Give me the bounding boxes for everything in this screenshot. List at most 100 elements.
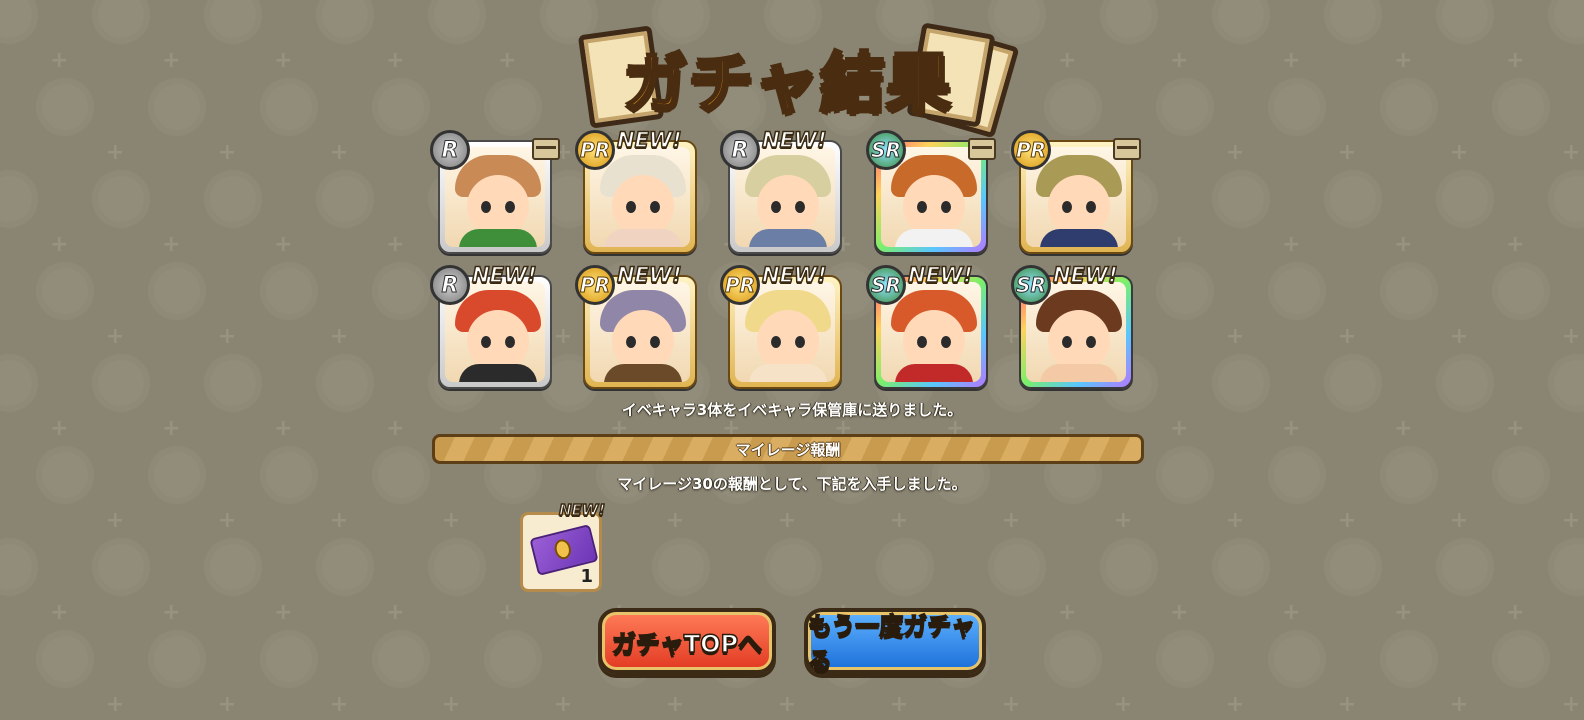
new-badge: NEW!	[471, 262, 537, 288]
pattern-plus: +	[274, 600, 293, 625]
pattern-blob	[204, 538, 262, 596]
pattern-plus: +	[1338, 692, 1357, 717]
pattern-blob	[36, 262, 94, 320]
pattern-blob	[1324, 538, 1382, 596]
pattern-plus: +	[274, 416, 293, 441]
pattern-blob	[1100, 0, 1158, 44]
character-card[interactable]: R	[430, 130, 560, 254]
pattern-blob	[484, 630, 542, 688]
character-eye	[626, 201, 636, 213]
pattern-blob	[1212, 170, 1270, 228]
character-body	[459, 229, 537, 247]
storage-box-icon	[532, 138, 560, 160]
character-face	[1048, 310, 1110, 372]
character-body	[1040, 229, 1118, 247]
pattern-plus: +	[1562, 692, 1581, 717]
character-eye	[941, 201, 951, 213]
pattern-plus: +	[50, 48, 69, 73]
character-eye	[1062, 336, 1072, 348]
pattern-plus: +	[386, 232, 405, 257]
character-card[interactable]: PR	[1011, 130, 1141, 254]
pattern-plus: +	[330, 140, 349, 165]
character-eye	[626, 336, 636, 348]
character-body	[604, 364, 682, 382]
pattern-blob	[260, 630, 318, 688]
character-eye	[1086, 336, 1096, 348]
pattern-plus: +	[1226, 508, 1245, 533]
pattern-blob	[148, 262, 206, 320]
pattern-plus: +	[330, 508, 349, 533]
character-face	[612, 175, 674, 237]
page-title: ガチャ結果	[622, 46, 953, 123]
pattern-blob	[1548, 170, 1584, 228]
pattern-plus: +	[1282, 416, 1301, 441]
pattern-plus: +	[218, 140, 237, 165]
character-card[interactable]: R NEW!	[720, 127, 842, 254]
pattern-plus: +	[554, 324, 573, 349]
pattern-plus: +	[1394, 232, 1413, 257]
pattern-plus: +	[1002, 508, 1021, 533]
character-eye	[1062, 201, 1072, 213]
pattern-blob	[876, 538, 934, 596]
pattern-blob	[204, 170, 262, 228]
pattern-plus: +	[890, 692, 909, 717]
reward-item[interactable]: NEW! 1	[520, 500, 606, 592]
character-body	[1040, 364, 1118, 382]
pattern-blob	[988, 538, 1046, 596]
character-card[interactable]: PR NEW!	[720, 262, 842, 389]
storage-box-icon	[1113, 138, 1141, 160]
pattern-blob	[36, 630, 94, 688]
gacha-again-button[interactable]: もう一度ガチャる	[804, 608, 986, 676]
pattern-plus: +	[554, 692, 573, 717]
rank-badge-pr: PR	[575, 130, 615, 170]
rank-badge-r: R	[720, 130, 760, 170]
gacha-top-button[interactable]: ガチャTOPへ	[598, 608, 776, 674]
pattern-plus: +	[1114, 692, 1133, 717]
character-eye	[917, 336, 927, 348]
character-face	[903, 310, 965, 372]
pattern-plus: +	[666, 692, 685, 717]
pattern-blob	[260, 262, 318, 320]
new-badge: NEW!	[616, 262, 682, 288]
character-card[interactable]: PR NEW!	[575, 262, 697, 389]
character-body	[749, 229, 827, 247]
character-card[interactable]: R NEW!	[430, 262, 552, 389]
pattern-plus: +	[386, 48, 405, 73]
pattern-blob	[1156, 630, 1214, 688]
pattern-blob	[1268, 630, 1326, 688]
pattern-blob	[316, 170, 374, 228]
pattern-blob	[316, 538, 374, 596]
pattern-plus: +	[1226, 324, 1245, 349]
pattern-blob	[1380, 262, 1438, 320]
pattern-blob	[0, 0, 38, 44]
character-card[interactable]: SR NEW!	[1011, 262, 1133, 389]
pattern-plus: +	[1394, 48, 1413, 73]
pattern-blob	[1268, 262, 1326, 320]
pattern-plus: +	[106, 508, 125, 533]
character-body	[459, 364, 537, 382]
pattern-plus: +	[442, 692, 461, 717]
pattern-blob	[1492, 630, 1550, 688]
pattern-plus: +	[162, 600, 181, 625]
character-card[interactable]: SR NEW!	[866, 262, 988, 389]
character-card[interactable]: PR NEW!	[575, 127, 697, 254]
pattern-blob	[1212, 0, 1270, 44]
pattern-blob	[92, 0, 150, 44]
pattern-plus: +	[1170, 416, 1189, 441]
pattern-plus: +	[1450, 140, 1469, 165]
storage-info-text: イベキャラ3体をイベキャラ保管庫に送りました。	[621, 401, 963, 419]
pattern-plus: +	[1282, 232, 1301, 257]
pattern-plus: +	[1338, 324, 1357, 349]
pattern-plus: +	[50, 232, 69, 257]
pattern-blob	[1044, 78, 1102, 136]
pattern-blob	[1548, 538, 1584, 596]
pattern-plus: +	[442, 508, 461, 533]
pattern-plus: +	[1282, 48, 1301, 73]
character-face	[467, 310, 529, 372]
pattern-blob	[148, 630, 206, 688]
rank-badge-pr: PR	[575, 265, 615, 305]
character-card[interactable]: SR	[866, 130, 996, 254]
pattern-blob	[1156, 78, 1214, 136]
character-eye	[481, 201, 491, 213]
character-eye	[771, 336, 781, 348]
